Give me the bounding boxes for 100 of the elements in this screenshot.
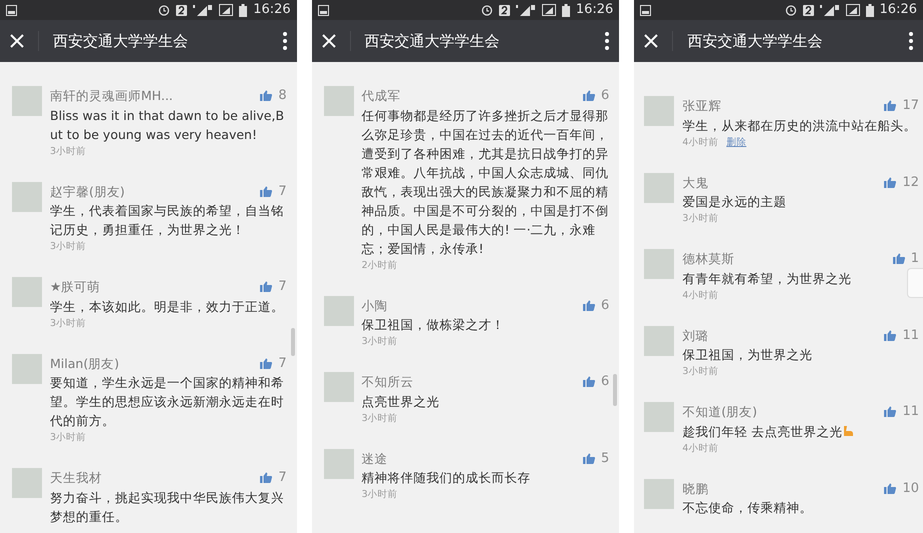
battery-icon	[562, 4, 570, 16]
commenter-name: Milan(朋友)	[50, 354, 120, 372]
like-count: 8	[278, 87, 287, 105]
commenter-name: ★朕可萌	[50, 278, 100, 296]
comment-text: 保卫祖国，为世界之光	[682, 346, 814, 364]
like-button[interactable]: 7	[260, 182, 287, 201]
commenter-name: 晓鹏	[682, 480, 708, 497]
like-button[interactable]: 11	[884, 402, 919, 422]
close-icon[interactable]	[644, 34, 658, 48]
commenter-name: 南轩的灵魂画师MH...	[50, 87, 173, 104]
like-count: 12	[902, 174, 919, 192]
thumbs-up-icon	[884, 406, 896, 418]
avatar-placeholder[interactable]	[324, 86, 354, 116]
comment-text: 任何事物都是经历了许多挫折之后才显得那么弥足珍贵，中国在过去的近代一百年间，遭受到了各种困难，尤其是抗日战争打的异常艰难。八年抗战，中国人众志成城、同仇敌忾，表现出强大的民族凝聚力和不屈的精神品质。中国是不可分裂的，中国是打不倒的，中国人民是最伟大的! 一·二九，永难忘；爱国情，永传承!	[362, 106, 610, 258]
more-menu-icon[interactable]	[909, 32, 913, 50]
like-count: 7	[278, 354, 287, 372]
thumbs-up-icon	[260, 90, 272, 102]
avatar-placeholder[interactable]	[644, 402, 674, 432]
avatar-placeholder[interactable]	[12, 182, 42, 212]
like-count: 7	[278, 278, 287, 296]
like-button[interactable]: 17	[884, 96, 919, 116]
like-button[interactable]: 12	[884, 172, 919, 192]
avatar-placeholder[interactable]	[12, 354, 42, 384]
more-menu-icon[interactable]	[605, 32, 610, 50]
comment-text: 学生，从来都在历史的洪流中站在船头。	[682, 116, 918, 134]
like-button[interactable]: 7	[260, 354, 287, 373]
avatar-placeholder[interactable]	[12, 277, 42, 307]
like-button[interactable]: 11	[884, 326, 919, 345]
battery-icon	[866, 4, 874, 16]
like-count: 1	[910, 250, 919, 268]
avatar-placeholder[interactable]	[644, 96, 674, 126]
like-button[interactable]: 6	[583, 86, 610, 106]
commenter-name: 张亚辉	[682, 97, 722, 114]
alarm-icon	[158, 4, 170, 16]
alarm-icon	[480, 4, 493, 16]
comment-text: 不忘使命，传乘精神。	[682, 499, 814, 517]
like-button[interactable]: 6	[583, 296, 610, 315]
close-icon[interactable]	[322, 34, 336, 48]
comment-text: 点亮世界之光	[362, 392, 441, 410]
like-button[interactable]: 8	[260, 86, 287, 106]
avatar-placeholder[interactable]	[644, 249, 674, 279]
like-button[interactable]: 5	[583, 448, 610, 468]
commenter-name: 不知所云	[362, 373, 414, 390]
thumbs-up-icon	[884, 482, 896, 494]
like-button[interactable]: 7	[260, 468, 287, 488]
commenter-name: 不知道(朋友)	[682, 403, 758, 420]
like-count: 10	[902, 480, 919, 498]
avatar-placeholder[interactable]	[324, 296, 354, 326]
image-notification-icon	[6, 4, 17, 16]
commenter-name: 大鬼	[682, 174, 708, 191]
commenter-name: 迷途	[362, 450, 388, 467]
comment-time: 3小时前	[50, 316, 86, 330]
thumbs-up-icon	[884, 330, 896, 341]
thumbs-up-icon	[884, 100, 896, 112]
thumbs-up-icon	[260, 186, 272, 197]
like-count: 6	[601, 373, 610, 391]
comment-text: 要知道，学生永远是一个国家的精神和希望。学生的思想应该永远新潮永远走在时代的前方。	[50, 374, 285, 430]
comment-time: 3小时前	[682, 212, 718, 226]
thumbs-up-icon	[583, 452, 596, 464]
thumbs-up-icon	[260, 281, 272, 292]
thumbs-up-icon	[892, 253, 905, 264]
avatar-placeholder[interactable]	[12, 86, 42, 116]
like-count: 6	[601, 296, 610, 314]
comment-time: 2小时前	[362, 258, 398, 272]
commenter-name: 代成军	[362, 87, 401, 104]
like-button[interactable]: 10	[884, 478, 919, 498]
status-time: 16:26	[880, 1, 917, 20]
like-count: 11	[902, 403, 919, 421]
delete-link[interactable]: 删除	[726, 134, 746, 150]
like-button[interactable]: 6	[583, 372, 610, 392]
comment-time: 4小时前	[682, 136, 718, 150]
like-count: 11	[902, 326, 919, 344]
avatar-placeholder[interactable]	[644, 478, 674, 508]
comment-text: 趁我们年轻 去点亮世界之光	[682, 422, 919, 440]
more-menu-icon[interactable]	[282, 32, 287, 50]
scrollbar-thumb	[290, 328, 295, 356]
avatar-placeholder[interactable]	[644, 172, 674, 202]
commenter-name: 天生我材	[50, 469, 102, 486]
floating-handle[interactable]	[907, 268, 923, 298]
like-button[interactable]: 7	[260, 277, 287, 296]
comment-text: 有青年就有希望，为世界之光	[682, 270, 852, 288]
close-icon[interactable]	[10, 34, 24, 48]
comment-text: 保卫祖国，做栋梁之才！	[362, 316, 506, 334]
comment-text: 学生，代表着国家与民族的希望，自当铭记历史，勇担重任，为世界之光！	[50, 202, 285, 239]
thumbs-up-icon	[260, 472, 272, 484]
avatar-placeholder[interactable]	[644, 326, 674, 356]
like-button[interactable]: 1	[892, 249, 919, 268]
like-count: 17	[902, 97, 919, 115]
commenter-name: 小陶	[362, 296, 388, 314]
avatar-placeholder[interactable]	[324, 448, 354, 478]
thumbs-up-icon	[583, 300, 596, 311]
avatar-placeholder[interactable]	[12, 468, 42, 498]
thumbs-up-icon	[583, 376, 596, 388]
comment-time: 3小时前	[50, 240, 86, 254]
comment-text: 精神将伴随我们的成长而长存	[362, 469, 532, 487]
like-count: 7	[278, 182, 287, 200]
avatar-placeholder[interactable]	[324, 372, 354, 402]
comment-text: 学生，本该如此。明是非，效力于正道。	[50, 298, 285, 316]
sim-icon	[498, 4, 510, 16]
commenter-name: 赵宇馨(朋友)	[50, 182, 125, 200]
